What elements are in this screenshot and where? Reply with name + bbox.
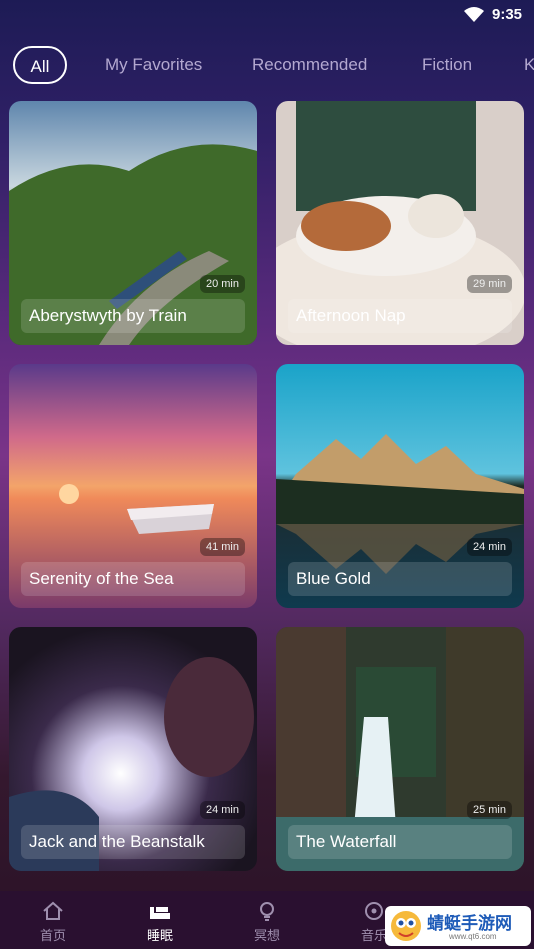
story-card-serenity-sea[interactable]: 41 min Serenity of the Sea bbox=[9, 364, 257, 608]
tab-all[interactable]: All bbox=[13, 46, 67, 84]
tab-recommended[interactable]: Recommended bbox=[252, 46, 367, 84]
tab-fiction[interactable]: Fiction bbox=[422, 46, 472, 84]
duration-badge: 25 min bbox=[466, 801, 512, 819]
duration-badge: 24 min bbox=[199, 801, 245, 819]
duration-badge: 24 min bbox=[466, 538, 512, 556]
card-title: Jack and the Beanstalk bbox=[29, 832, 205, 851]
category-tabs: All My Favorites Recommended Fiction K bbox=[0, 46, 534, 84]
nav-meditation[interactable]: 冥想 bbox=[227, 891, 307, 949]
nav-home[interactable]: 首页 bbox=[13, 891, 93, 949]
duration-badge: 20 min bbox=[199, 275, 245, 293]
card-title: The Waterfall bbox=[296, 832, 397, 851]
duration-badge: 41 min bbox=[199, 538, 245, 556]
story-card-afternoon-nap[interactable]: 29 min Afternoon Nap bbox=[276, 101, 524, 345]
meditation-icon bbox=[260, 902, 274, 921]
tab-my-favorites[interactable]: My Favorites bbox=[105, 46, 202, 84]
story-card-jack-beanstalk[interactable]: 24 min Jack and the Beanstalk bbox=[9, 627, 257, 871]
title-bar: Blue Gold bbox=[288, 562, 512, 596]
title-bar: Afternoon Nap bbox=[288, 299, 512, 333]
card-title: Serenity of the Sea bbox=[29, 569, 174, 588]
watermark-url: www.qt6.com bbox=[449, 932, 497, 941]
duration-badge: 29 min bbox=[466, 275, 512, 293]
title-bar: Aberystwyth by Train bbox=[21, 299, 245, 333]
nav-sleep[interactable]: 睡眠 bbox=[120, 891, 200, 949]
title-bar: The Waterfall bbox=[288, 825, 512, 859]
nav-label: 冥想 bbox=[253, 928, 280, 943]
nav-label: 首页 bbox=[39, 928, 66, 943]
nav-label: 睡眠 bbox=[146, 928, 173, 943]
watermark-text: 蜻蜓手游网 bbox=[427, 914, 512, 933]
card-title: Afternoon Nap bbox=[296, 306, 406, 325]
title-bar: Serenity of the Sea bbox=[21, 562, 245, 596]
site-watermark: 蜻蜓手游网 www.qt6.com bbox=[385, 906, 531, 946]
tab-k[interactable]: K bbox=[524, 46, 534, 84]
home-icon bbox=[43, 901, 63, 920]
card-title: Blue Gold bbox=[296, 569, 371, 588]
story-card-blue-gold[interactable]: 24 min Blue Gold bbox=[276, 364, 524, 608]
title-bar: Jack and the Beanstalk bbox=[21, 825, 245, 859]
music-icon bbox=[365, 902, 383, 920]
sleep-icon bbox=[150, 907, 170, 919]
status-bar: 9:35 bbox=[0, 0, 534, 30]
story-card-aberystwyth[interactable]: 20 min Aberystwyth by Train bbox=[9, 101, 257, 345]
status-time: 9:35 bbox=[492, 6, 523, 23]
dragonfly-logo-icon bbox=[391, 911, 421, 941]
story-card-waterfall[interactable]: 25 min The Waterfall bbox=[276, 627, 524, 871]
card-title: Aberystwyth by Train bbox=[29, 306, 187, 325]
wifi-icon bbox=[464, 7, 484, 22]
